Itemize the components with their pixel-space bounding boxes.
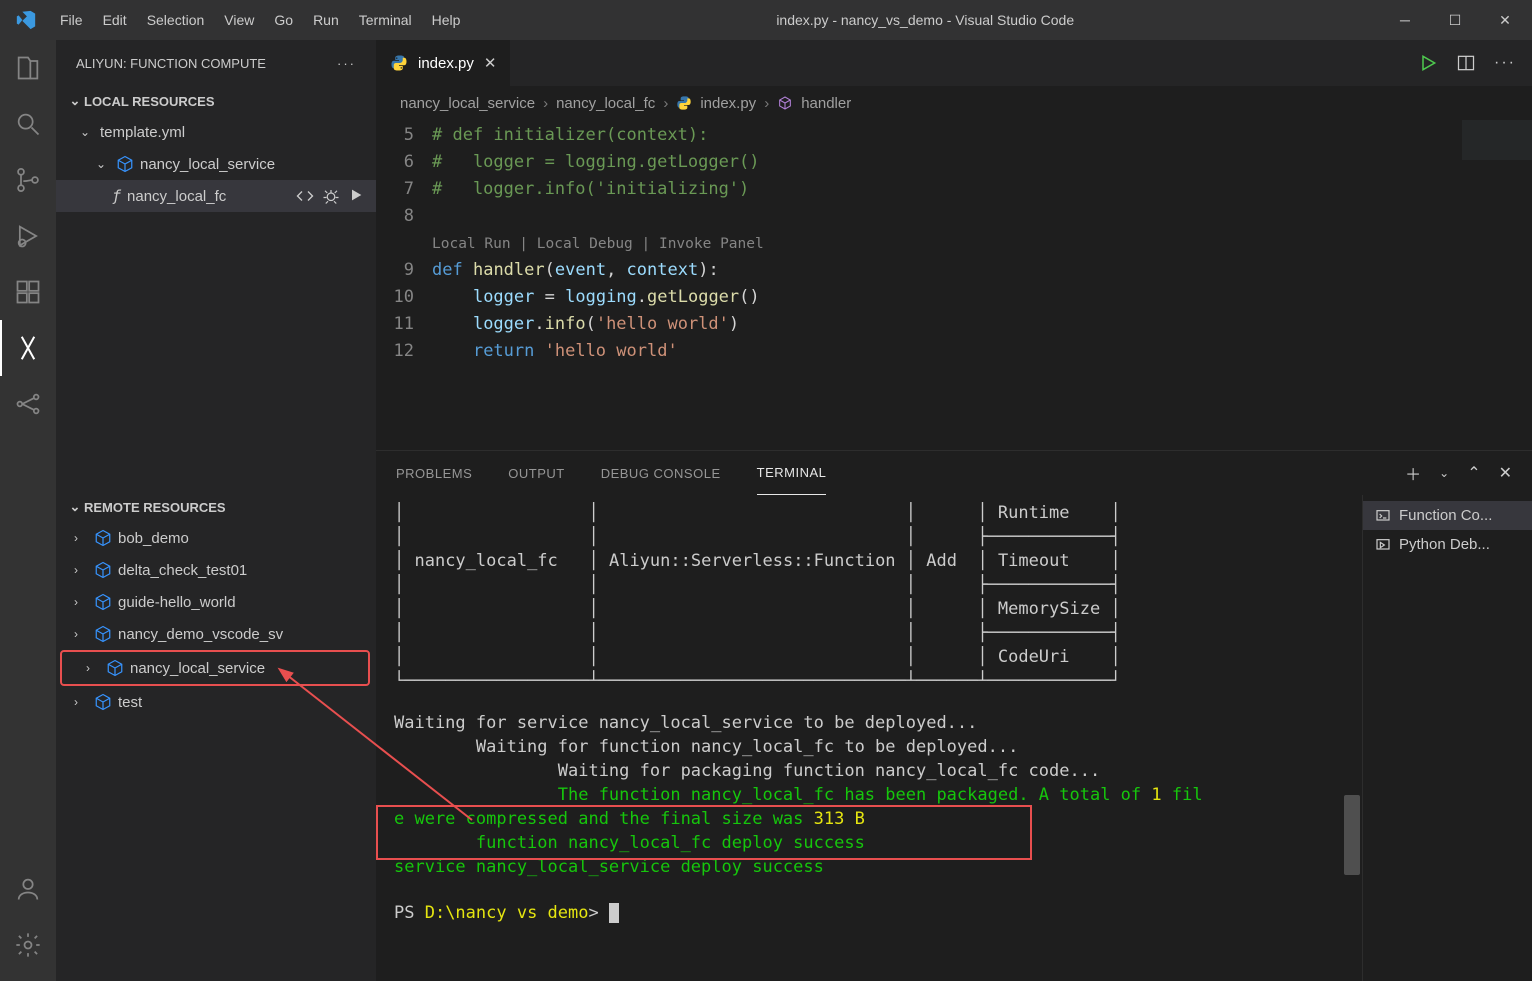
remote-item-delta-check-test01[interactable]: › delta_check_test01 <box>56 554 376 586</box>
panel-tab-debug-console[interactable]: DEBUG CONSOLE <box>601 451 721 495</box>
menu-run[interactable]: Run <box>303 0 349 40</box>
tree-local-service[interactable]: ⌄ nancy_local_service <box>56 148 376 180</box>
remote-item-nancy-local-service[interactable]: › nancy_local_service <box>68 652 368 684</box>
activity-run-icon[interactable] <box>0 208 56 264</box>
remote-item-guide-hello-world[interactable]: › guide-hello_world <box>56 586 376 618</box>
tree-local-function[interactable]: ƒ nancy_local_fc <box>56 180 376 212</box>
panel-split-icon[interactable]: ⌄ <box>1439 466 1449 480</box>
sidebar-more-icon[interactable]: ··· <box>337 56 356 71</box>
tab-index-py[interactable]: index.py ✕ <box>376 40 511 86</box>
terminal-side-function-compute[interactable]: Function Co... <box>1363 501 1532 530</box>
editor-run-icon[interactable] <box>1418 53 1438 73</box>
window-maximize-button[interactable]: ☐ <box>1430 12 1480 29</box>
menu-view[interactable]: View <box>214 0 264 40</box>
remote-item-bob-demo[interactable]: › bob_demo <box>56 522 376 554</box>
tree-template-yml[interactable]: ⌄template.yml <box>56 116 376 148</box>
tab-close-icon[interactable]: ✕ <box>484 54 497 72</box>
activity-account-icon[interactable] <box>0 861 56 917</box>
symbol-method-icon <box>777 95 793 111</box>
editor-split-icon[interactable] <box>1456 53 1476 73</box>
menu-edit[interactable]: Edit <box>93 0 137 40</box>
service-cube-icon <box>116 155 134 173</box>
annotation-red-box-sidebar: › nancy_local_service <box>60 650 370 686</box>
remote-item-test[interactable]: › test <box>56 686 376 718</box>
panel-tab-output[interactable]: OUTPUT <box>508 451 564 495</box>
panel-new-terminal-icon[interactable]: ＋ <box>1405 461 1421 485</box>
menu-selection[interactable]: Selection <box>137 0 215 40</box>
activity-scm-icon[interactable] <box>0 152 56 208</box>
panel-tab-terminal[interactable]: TERMINAL <box>757 451 827 495</box>
terminal-sidebar: Function Co... Python Deb... <box>1362 495 1532 981</box>
activity-aliyun-fc-icon[interactable] <box>0 320 56 376</box>
panel-chevron-up-icon[interactable]: ⌃ <box>1467 463 1480 483</box>
panel-close-icon[interactable]: ✕ <box>1499 463 1512 483</box>
activity-explorer-icon[interactable] <box>0 40 56 96</box>
menu-help[interactable]: Help <box>422 0 471 40</box>
annotation-red-box-terminal <box>376 805 1032 860</box>
window-close-button[interactable]: ✕ <box>1480 12 1530 29</box>
window-title: index.py - nancy_vs_demo - Visual Studio… <box>470 12 1380 28</box>
remote-item-nancy-demo-vscode-sv[interactable]: › nancy_demo_vscode_sv <box>56 618 376 650</box>
tab-label: index.py <box>418 55 474 72</box>
minimap[interactable] <box>1462 120 1532 420</box>
terminal-side-python-debug[interactable]: Python Deb... <box>1363 530 1532 559</box>
function-icon: ƒ <box>112 187 121 205</box>
breadcrumb[interactable]: nancy_local_service› nancy_local_fc› ind… <box>376 86 1532 120</box>
terminal[interactable]: │ │ │ │ Runtime │ │ │ │ ├────────────┤ │… <box>376 495 1362 981</box>
python-file-icon <box>390 54 408 72</box>
python-file-icon <box>676 95 692 111</box>
sidebar-title: ALIYUN: FUNCTION COMPUTE <box>76 56 266 71</box>
run-icon[interactable] <box>348 187 364 205</box>
panel-tab-problems[interactable]: PROBLEMS <box>396 451 472 495</box>
codelens[interactable]: Local Run | Local Debug | Invoke Panel <box>432 236 764 252</box>
terminal-scrollbar[interactable] <box>1344 795 1360 875</box>
bug-icon[interactable] <box>322 187 340 205</box>
terminal-table: │ │ │ │ Runtime │ │ │ │ ├────────────┤ │… <box>394 501 1344 693</box>
section-local-resources[interactable]: ⌄LOCAL RESOURCES <box>56 86 376 116</box>
menu-go[interactable]: Go <box>264 0 303 40</box>
activity-settings-icon[interactable] <box>0 917 56 973</box>
activity-remote-icon[interactable] <box>0 376 56 432</box>
activity-extensions-icon[interactable] <box>0 264 56 320</box>
vscode-logo-icon <box>2 9 50 31</box>
menu-terminal[interactable]: Terminal <box>349 0 422 40</box>
section-remote-resources[interactable]: ⌄REMOTE RESOURCES <box>56 492 376 522</box>
menu-file[interactable]: File <box>50 0 93 40</box>
window-minimize-button[interactable]: ─ <box>1380 12 1430 28</box>
activity-search-icon[interactable] <box>0 96 56 152</box>
editor-more-icon[interactable]: ··· <box>1494 54 1516 72</box>
line-number-gutter: 56789101112 <box>376 120 432 450</box>
terminal-prompt[interactable]: PS D:\nancy vs demo> <box>394 901 1344 925</box>
code-icon[interactable] <box>296 187 314 205</box>
code-editor[interactable]: # def initializer(context): # logger = l… <box>432 120 1532 450</box>
